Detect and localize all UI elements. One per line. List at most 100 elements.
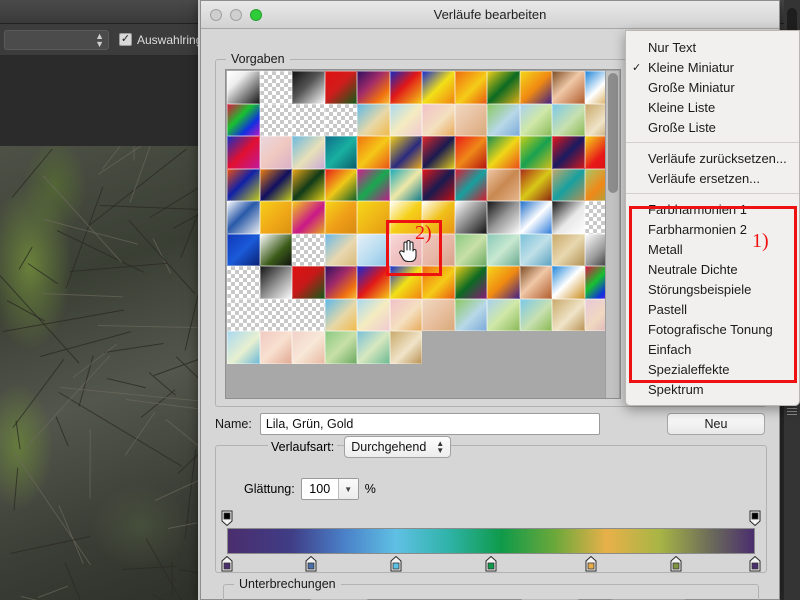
menu-item-view[interactable]: Große Liste	[626, 117, 799, 137]
preset-swatch[interactable]	[520, 234, 553, 267]
preset-swatch[interactable]	[487, 234, 520, 267]
preset-swatch[interactable]	[390, 299, 423, 332]
preset-swatch[interactable]	[455, 169, 488, 202]
presets-popup-menu[interactable]: Nur Text✓Kleine MiniaturGroße MiniaturKl…	[625, 30, 800, 406]
preset-swatch[interactable]	[357, 201, 390, 234]
dialog-titlebar[interactable]: Verläufe bearbeiten	[201, 1, 779, 29]
color-stop-handle[interactable]	[221, 556, 233, 572]
preset-swatch[interactable]	[260, 201, 293, 234]
preset-swatch[interactable]	[552, 299, 585, 332]
preset-swatch[interactable]	[520, 266, 553, 299]
preset-swatch[interactable]	[227, 71, 260, 104]
preset-swatch[interactable]	[390, 71, 423, 104]
preset-swatch[interactable]	[325, 201, 358, 234]
preset-swatch[interactable]	[325, 266, 358, 299]
color-stop-handle[interactable]	[485, 556, 497, 572]
preset-swatch[interactable]	[325, 331, 358, 364]
color-stop-handle[interactable]	[585, 556, 597, 572]
preset-swatch[interactable]	[422, 266, 455, 299]
preset-swatch[interactable]	[260, 299, 293, 332]
menu-item-view[interactable]: Nur Text	[626, 37, 799, 57]
preset-swatch[interactable]	[487, 201, 520, 234]
preset-swatch[interactable]	[292, 104, 325, 137]
preset-swatch[interactable]	[260, 169, 293, 202]
preset-swatch[interactable]	[325, 71, 358, 104]
preset-swatch[interactable]	[357, 299, 390, 332]
preset-swatch[interactable]	[552, 266, 585, 299]
minimize-button-icon[interactable]	[230, 9, 242, 21]
preset-swatch[interactable]	[422, 169, 455, 202]
preset-swatch[interactable]	[260, 136, 293, 169]
preset-swatch[interactable]	[227, 331, 260, 364]
preset-swatch[interactable]	[227, 201, 260, 234]
preset-swatch[interactable]	[520, 136, 553, 169]
preset-swatch[interactable]	[227, 266, 260, 299]
color-stop-handle[interactable]	[670, 556, 682, 572]
close-button-icon[interactable]	[210, 9, 222, 21]
preset-swatch[interactable]	[455, 234, 488, 267]
preset-swatch[interactable]	[487, 104, 520, 137]
preset-swatch[interactable]	[292, 266, 325, 299]
preset-swatch[interactable]	[422, 104, 455, 137]
preset-swatch[interactable]	[487, 299, 520, 332]
preset-swatch[interactable]	[552, 136, 585, 169]
preset-swatch[interactable]	[292, 201, 325, 234]
preset-swatch[interactable]	[422, 299, 455, 332]
preset-swatch[interactable]	[357, 71, 390, 104]
preset-swatch[interactable]	[455, 266, 488, 299]
menu-item-library[interactable]: Metall	[626, 239, 799, 259]
preset-swatch[interactable]	[357, 104, 390, 137]
preset-swatch[interactable]	[422, 71, 455, 104]
preset-swatch[interactable]	[487, 71, 520, 104]
preset-swatch[interactable]	[357, 234, 390, 267]
color-stop-handle[interactable]	[390, 556, 402, 572]
name-input[interactable]: Lila, Grün, Gold	[260, 413, 600, 435]
preset-swatch[interactable]	[487, 169, 520, 202]
preset-swatch[interactable]	[325, 169, 358, 202]
preset-swatch[interactable]	[455, 136, 488, 169]
menu-item-view[interactable]: ✓Kleine Miniatur	[626, 57, 799, 77]
preset-swatch[interactable]	[325, 104, 358, 137]
menu-item-library[interactable]: Fotografische Tonung	[626, 319, 799, 339]
preset-swatch[interactable]	[520, 71, 553, 104]
preset-swatch[interactable]	[487, 136, 520, 169]
preset-swatch[interactable]	[227, 299, 260, 332]
preset-swatch[interactable]	[455, 299, 488, 332]
preset-swatch[interactable]	[227, 104, 260, 137]
preset-swatch[interactable]	[552, 234, 585, 267]
opacity-stop-handle[interactable]	[221, 510, 233, 526]
preset-swatch[interactable]	[455, 71, 488, 104]
menu-item-action[interactable]: Verläufe zurücksetzen...	[626, 148, 799, 168]
preset-swatch[interactable]	[552, 71, 585, 104]
preset-scrollbar[interactable]	[605, 71, 619, 399]
preset-swatch[interactable]	[325, 299, 358, 332]
preset-swatch[interactable]	[292, 299, 325, 332]
preset-swatch[interactable]	[260, 71, 293, 104]
preset-swatch[interactable]	[552, 104, 585, 137]
menu-item-library[interactable]: Störungsbeispiele	[626, 279, 799, 299]
preset-swatch[interactable]	[390, 331, 423, 364]
zoom-button-icon[interactable]	[250, 9, 262, 21]
preset-swatch[interactable]	[292, 136, 325, 169]
gradient-preview-bar[interactable]	[227, 528, 755, 554]
preset-swatch[interactable]	[260, 234, 293, 267]
preset-swatch[interactable]	[552, 201, 585, 234]
color-stop-handle[interactable]	[749, 556, 761, 572]
preset-swatch[interactable]	[455, 104, 488, 137]
menu-item-library[interactable]: Spektrum	[626, 379, 799, 399]
new-preset-button[interactable]: Neu	[667, 413, 765, 435]
menu-item-library[interactable]: Farbharmonien 1	[626, 199, 799, 219]
menu-item-view[interactable]: Große Miniatur	[626, 77, 799, 97]
chevron-down-icon[interactable]: ▼	[338, 479, 358, 499]
auswahlring-checkbox[interactable]: ✓ Auswahlring	[119, 33, 202, 47]
tool-preset-select[interactable]: ▲▼	[4, 30, 109, 50]
menu-item-view[interactable]: Kleine Liste	[626, 97, 799, 117]
preset-swatch[interactable]	[422, 136, 455, 169]
preset-swatch-grid[interactable]	[227, 71, 617, 364]
preset-swatch[interactable]	[487, 266, 520, 299]
preset-swatch[interactable]	[357, 136, 390, 169]
preset-swatch[interactable]	[260, 104, 293, 137]
menu-item-library[interactable]: Pastell	[626, 299, 799, 319]
preset-swatch[interactable]	[390, 104, 423, 137]
preset-swatch[interactable]	[357, 169, 390, 202]
